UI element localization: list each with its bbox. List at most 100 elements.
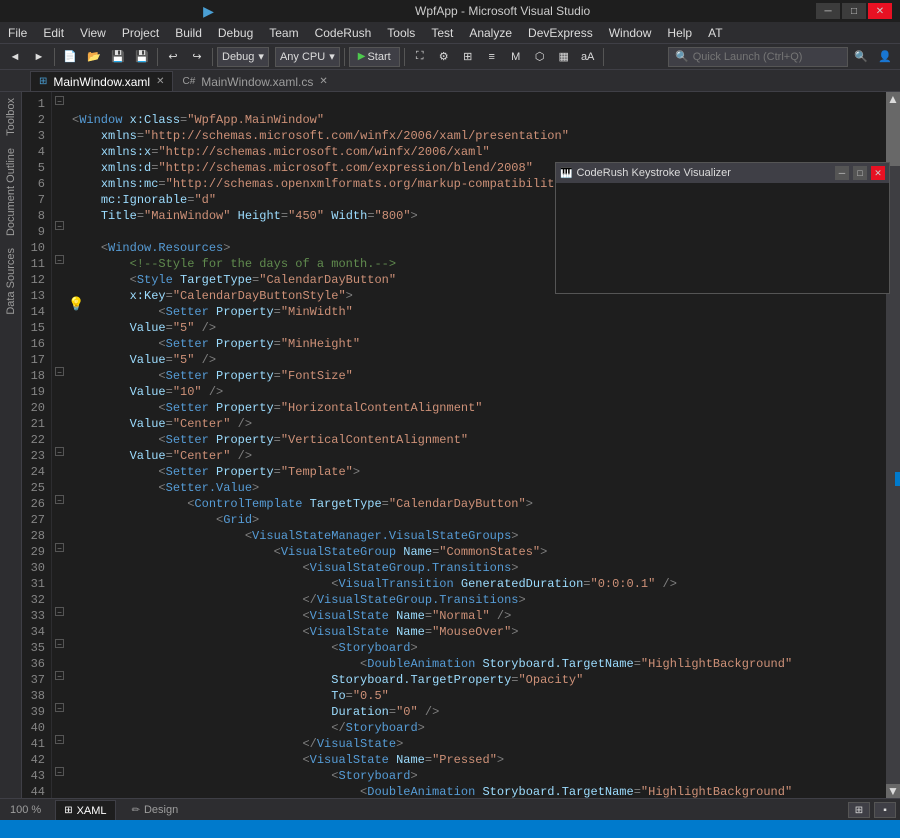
dialog-maximize-button[interactable]: □ [853,166,867,180]
menu-bar: File Edit View Project Build Debug Team … [0,22,900,44]
quick-launch-input[interactable] [693,51,823,63]
tb-extra-2[interactable]: ⚙ [433,47,455,67]
menu-window[interactable]: Window [601,22,660,43]
collapse-icon-3[interactable]: − [54,252,65,266]
tb-extra-6[interactable]: ⬡ [529,47,551,67]
collapse-icon-13[interactable]: − [54,764,65,778]
view-controls: ⊞ ▪ [848,802,900,818]
tb-extra-5[interactable]: M [505,47,527,67]
close-button[interactable]: ✕ [868,3,892,19]
save-all-button[interactable]: 💾 [131,47,153,67]
tab-close-active[interactable]: ✕ [156,76,164,87]
collapse-icon-6[interactable]: − [54,492,65,506]
collapse-icon-12[interactable]: − [54,732,65,746]
tb-extra-3[interactable]: ⊞ [457,47,479,67]
start-button[interactable]: ▶ Start [349,47,400,67]
tb-extra-1[interactable]: ⛶ [409,47,431,67]
platform-dropdown[interactable]: Any CPU ▾ [275,47,340,67]
collapse-icon-10[interactable]: − [54,668,65,682]
tab-label-active: MainWindow.xaml [53,75,150,89]
menu-devexpress[interactable]: DevExpress [520,22,601,43]
xaml-tab-label: XAML [77,805,107,817]
minimize-button[interactable]: ─ [816,3,840,19]
toolbar-separator-4 [344,48,345,66]
zoom-level: 100 % [4,804,47,816]
toolbar-separator-5 [404,48,405,66]
collapse-icon-7[interactable]: − [54,540,65,554]
tab-bar: ⊞ MainWindow.xaml ✕ C# MainWindow.xaml.c… [0,70,900,92]
tb-extra-7[interactable]: ▦ [553,47,575,67]
menu-build[interactable]: Build [167,22,210,43]
title-bar: ▶ WpfApp - Microsoft Visual Studio ─ □ ✕ [0,0,900,22]
collapse-icon-9[interactable]: − [54,636,65,650]
play-icon: ▶ [358,51,366,62]
tab-xaml[interactable]: ⊞ XAML [55,800,115,820]
collapse-icon-2[interactable]: − [54,220,65,230]
menu-test[interactable]: Test [423,22,461,43]
lightbulb-icon[interactable]: 💡 [68,296,84,312]
tab-icon-cs: C# [182,76,195,87]
new-project-button[interactable]: 📄 [59,47,81,67]
main-area: Toolbox Document Outline Data Sources 1 … [0,92,900,798]
menu-at[interactable]: AT [700,22,730,43]
toolbar-separator-2 [157,48,158,66]
tab-mainwindow-cs[interactable]: C# MainWindow.xaml.cs ✕ [173,71,336,91]
maximize-button[interactable]: □ [842,3,866,19]
back-button[interactable]: ◄ [4,47,26,67]
app-icon: ▶ [8,3,409,19]
search-button[interactable]: 🔍 [850,47,872,67]
collapse-icon-11[interactable]: − [54,700,65,714]
redo-button[interactable]: ↪ [186,47,208,67]
sidebar-item-document-outline[interactable]: Document Outline [5,142,17,242]
menu-tools[interactable]: Tools [379,22,423,43]
scroll-up-button[interactable]: ▲ [886,92,900,106]
tab-close-inactive[interactable]: ✕ [319,76,327,87]
account-button[interactable]: 👤 [874,47,896,67]
menu-edit[interactable]: Edit [35,22,72,43]
menu-help[interactable]: Help [659,22,700,43]
coderush-dialog: 🎹 CodeRush Keystroke Visualizer ─ □ ✕ [555,162,890,294]
view-single-button[interactable]: ▪ [874,802,896,818]
collapse-icon-14[interactable]: − [54,796,65,798]
forward-button[interactable]: ► [28,47,50,67]
collapse-icon-1[interactable]: − [54,92,65,108]
tb-extra-4[interactable]: ≡ [481,47,503,67]
sidebar-item-data-sources[interactable]: Data Sources [5,242,17,321]
left-panel: Toolbox Document Outline Data Sources [0,92,22,798]
tab-icon-xaml: ⊞ [39,76,47,87]
scroll-thumb[interactable] [886,106,900,166]
dialog-close-button[interactable]: ✕ [871,166,885,180]
design-tab-label: Design [144,804,178,816]
menu-team[interactable]: Team [261,22,306,43]
tab-design[interactable]: ✏ Design [124,800,187,820]
search-icon: 🔍 [675,50,689,63]
line-numbers: 1 2 3 4 5 6 7 8 9 10 11 12 13 14 15 16 1… [22,92,52,798]
collapse-icon-5[interactable]: − [54,444,65,458]
tab-mainwindow-xaml[interactable]: ⊞ MainWindow.xaml ✕ [30,71,173,91]
dialog-title-bar[interactable]: 🎹 CodeRush Keystroke Visualizer ─ □ ✕ [556,163,889,183]
tb-extra-8[interactable]: aA [577,47,599,67]
debug-config-dropdown[interactable]: Debug ▾ [217,47,269,67]
quick-launch-container[interactable]: 🔍 [668,47,848,67]
sidebar-item-toolbox[interactable]: Toolbox [5,92,17,142]
title-text: WpfApp - Microsoft Visual Studio [415,4,816,18]
toolbar-separator-1 [54,48,55,66]
toolbar-separator-3 [212,48,213,66]
scroll-down-button[interactable]: ▼ [886,784,900,798]
collapse-icon-4[interactable]: − [54,364,65,378]
undo-button[interactable]: ↩ [162,47,184,67]
menu-project[interactable]: Project [114,22,167,43]
window-controls: ─ □ ✕ [816,3,892,19]
menu-view[interactable]: View [72,22,114,43]
menu-debug[interactable]: Debug [210,22,261,43]
dialog-minimize-button[interactable]: ─ [835,166,849,180]
collapse-icon-8[interactable]: − [54,604,65,618]
view-split-button[interactable]: ⊞ [848,802,870,818]
save-button[interactable]: 💾 [107,47,129,67]
dialog-title-text: CodeRush Keystroke Visualizer [576,167,831,179]
dialog-icon: 🎹 [560,168,572,179]
menu-coderush[interactable]: CodeRush [307,22,380,43]
menu-file[interactable]: File [0,22,35,43]
open-button[interactable]: 📂 [83,47,105,67]
menu-analyze[interactable]: Analyze [461,22,520,43]
